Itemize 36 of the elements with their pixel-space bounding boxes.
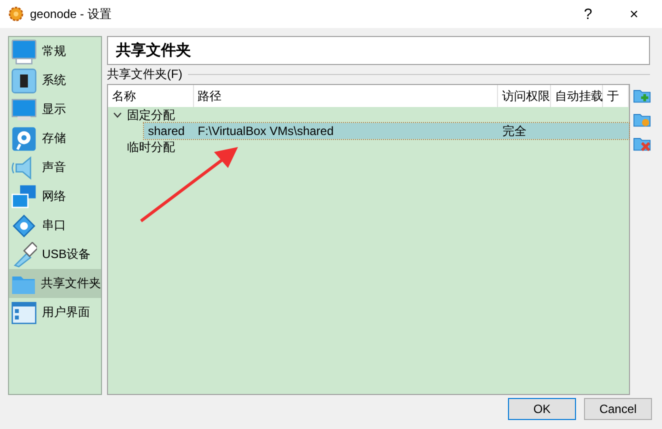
column-header[interactable]: 自动挂载 [551,85,604,107]
sidebar-item[interactable]: 常规 [9,37,101,66]
group-label[interactable]: 临时分配 [127,138,175,156]
table-cell: 完全 [502,124,526,138]
table-cell: F:\VirtualBox VMs\shared [198,124,334,138]
group-label[interactable]: 固定分配 [127,106,175,124]
column-header[interactable]: 于 [603,85,629,107]
help-button[interactable]: ? [568,0,608,28]
sidebar-item[interactable]: 存储 [9,124,101,153]
gear-icon [8,6,24,22]
column-header[interactable]: 访问权限 [498,85,552,107]
sidebar-item[interactable]: 系统 [9,66,101,95]
close-button[interactable]: × [614,0,654,28]
network-icon [11,184,37,210]
sidebar-item[interactable]: USB设备 [9,240,101,269]
sidebar-item[interactable]: 共享文件夹 [9,269,101,298]
window-title: geonode - 设置 [30,6,112,22]
serial-port-icon [11,212,37,238]
chevron-icon[interactable] [112,111,123,119]
monitor-icon [11,38,37,64]
display-icon [11,96,37,122]
sidebar-item[interactable]: 用户界面 [9,298,101,327]
page-title: 共享文件夹 [107,36,650,65]
usb-icon [11,242,37,268]
column-header[interactable]: 名称 [108,85,194,107]
window-icon [11,300,37,326]
column-header[interactable]: 路径 [194,85,498,107]
cancel-button[interactable]: Cancel [584,398,652,420]
section-label: 共享文件夹(F) [107,66,182,83]
sidebar-item[interactable]: 显示 [9,95,101,124]
ok-button[interactable]: OK [508,398,576,420]
sidebar-item[interactable]: 声音 [9,153,101,182]
chip-icon [11,68,37,94]
table-cell: shared [148,124,185,138]
sidebar-item[interactable]: 串口 [9,211,101,240]
sidebar-item[interactable]: 网络 [9,182,101,211]
